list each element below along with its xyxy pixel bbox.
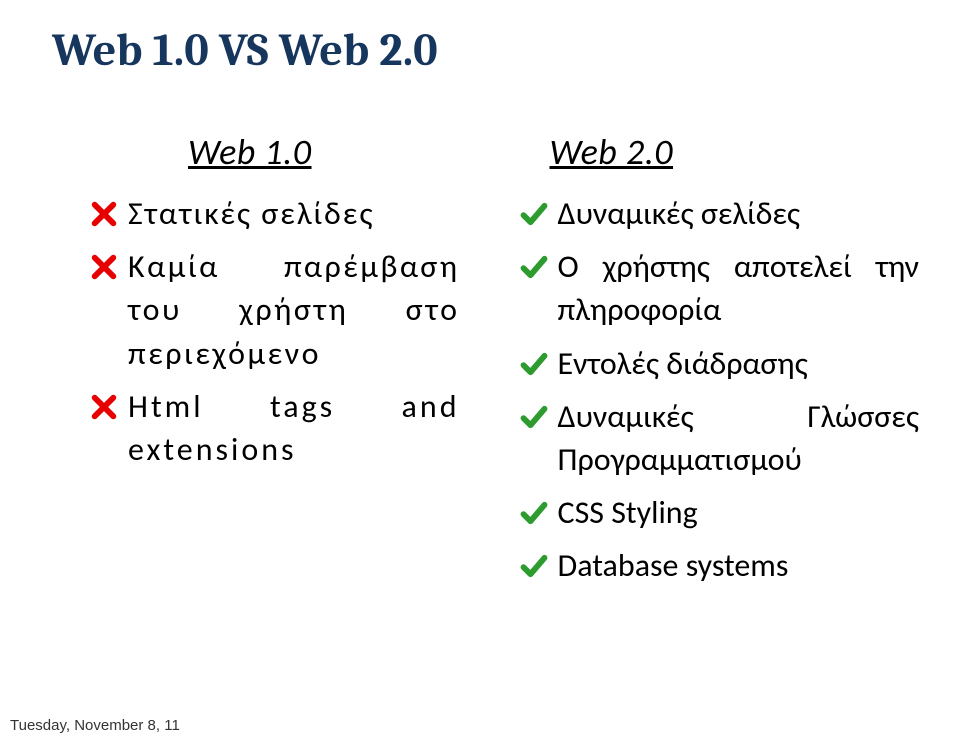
check-icon: [520, 552, 548, 580]
left-list: Στατικές σελίδες Καμία παρέμβαση του χρή…: [90, 192, 460, 471]
list-item: Εντολές διάδρασης: [520, 342, 920, 385]
list-item: Δυναμικές Γλώσσες Προγραμματισμού: [520, 395, 920, 481]
check-icon: [520, 200, 548, 228]
left-item-text: Στατικές σελίδες: [128, 192, 460, 235]
right-item-text: Database systems: [558, 544, 920, 587]
right-item-text: Εντολές διάδρασης: [558, 342, 920, 385]
slide: Web 1.0 VS Web 2.0 Web 1.0 Στατικές σελί…: [0, 0, 959, 742]
check-icon: [520, 499, 548, 527]
slide-title: Web 1.0 VS Web 2.0: [52, 24, 438, 77]
list-item: Ο χρήστης αποτελεί την πληροφορία: [520, 245, 920, 331]
right-item-text: Δυναμικές σελίδες: [558, 192, 920, 235]
footer-date: Tuesday, November 8, 11: [10, 717, 180, 734]
cross-icon: [90, 200, 118, 228]
left-item-text: Html tags and extensions: [128, 385, 460, 471]
right-item-text: Ο χρήστης αποτελεί την πληροφορία: [558, 245, 920, 331]
check-icon: [520, 253, 548, 281]
right-item-text: CSS Styling: [558, 491, 920, 534]
list-item: Στατικές σελίδες: [90, 192, 460, 235]
cross-icon: [90, 253, 118, 281]
check-icon: [520, 350, 548, 378]
left-item-text: Καμία παρέμβαση του χρήστη στο περιεχόμε…: [128, 245, 460, 375]
check-icon: [520, 403, 548, 431]
left-column: Web 1.0 Στατικές σελίδες Καμία παρέμβαση…: [0, 130, 480, 598]
cross-icon: [90, 393, 118, 421]
list-item: Database systems: [520, 544, 920, 587]
right-heading: Web 2.0: [550, 130, 920, 174]
right-column: Web 2.0 Δυναμικές σελίδες Ο χρήστης αποτ…: [480, 130, 959, 598]
columns: Web 1.0 Στατικές σελίδες Καμία παρέμβαση…: [0, 130, 959, 598]
right-item-text: Δυναμικές Γλώσσες Προγραμματισμού: [558, 395, 920, 481]
left-heading: Web 1.0: [40, 130, 460, 174]
right-list: Δυναμικές σελίδες Ο χρήστης αποτελεί την…: [520, 192, 920, 588]
list-item: CSS Styling: [520, 491, 920, 534]
list-item: Δυναμικές σελίδες: [520, 192, 920, 235]
list-item: Html tags and extensions: [90, 385, 460, 471]
list-item: Καμία παρέμβαση του χρήστη στο περιεχόμε…: [90, 245, 460, 375]
